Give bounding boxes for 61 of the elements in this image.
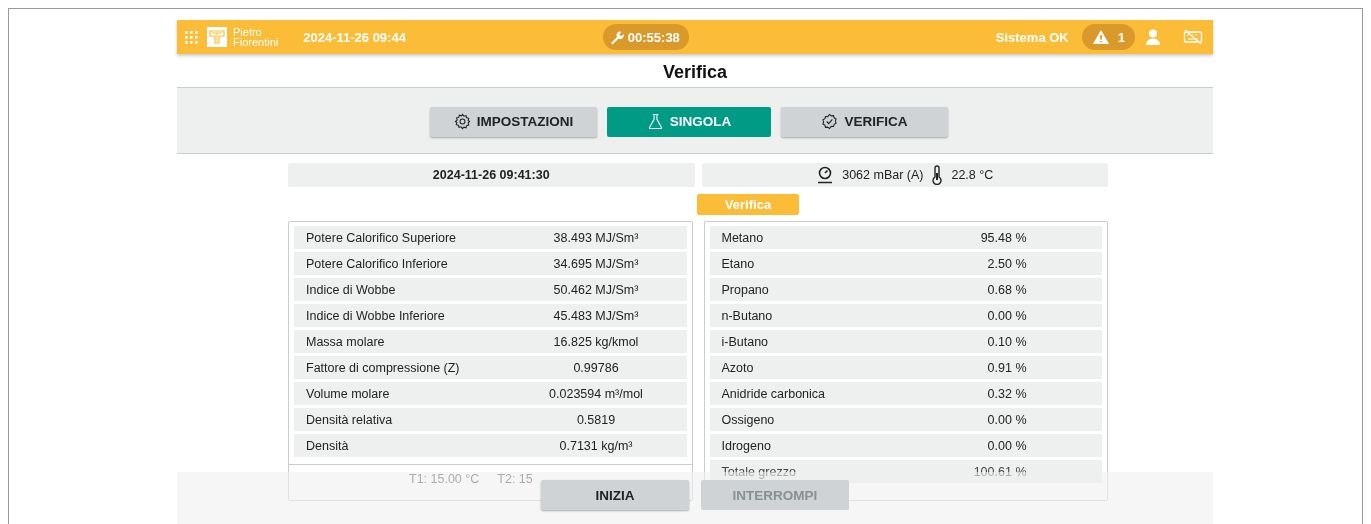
component-value: 0.91 % — [986, 360, 1027, 375]
property-label: Volume molare — [305, 386, 391, 401]
keyboard-off-icon[interactable] — [1183, 29, 1203, 45]
property-value: 0.7131 kg/m³ — [558, 438, 634, 453]
pressure-reading: 3062 mBar (A) — [842, 168, 924, 182]
property-label: Densità — [305, 438, 350, 453]
flask-icon — [646, 113, 664, 130]
property-value: 0.5819 — [575, 412, 617, 427]
property-label: Indice di Wobbe Inferiore — [305, 308, 446, 323]
component-label: n-Butano — [720, 308, 774, 323]
temperature-reading: 22.8 °C — [951, 168, 994, 182]
gear-icon — [453, 113, 471, 130]
component-label: Propano — [720, 282, 770, 297]
header-datetime: 2024-11-26 09:44 — [303, 29, 406, 45]
temperature-setpoint: T1: 15.00 °C — [409, 472, 480, 486]
property-value: 45.483 MJ/Sm³ — [552, 308, 640, 323]
property-value: 0.023594 m³/mol — [548, 386, 644, 401]
property-label: Fattore di compressione (Z) — [305, 360, 461, 375]
component-label: i-Butano — [720, 334, 770, 349]
component-value: 0.10 % — [986, 334, 1027, 349]
component-label: Etano — [720, 256, 756, 271]
property-value: 38.493 MJ/Sm³ — [552, 230, 640, 245]
component-label: Anidride carbonica — [720, 386, 827, 401]
timer-badge: 00:55:38 — [602, 24, 689, 50]
component-label: Azoto — [720, 360, 755, 375]
component-label: Idrogeno — [720, 438, 772, 453]
property-value: 50.462 MJ/Sm³ — [552, 282, 640, 297]
property-label: Densità relativa — [305, 412, 394, 427]
property-label: Massa molare — [305, 334, 386, 349]
temperature-setpoint: T2: 15 — [497, 472, 533, 486]
user-icon[interactable] — [1144, 28, 1162, 46]
warning-icon — [1091, 29, 1110, 45]
component-value: 2.50 % — [986, 256, 1027, 271]
total-label: Totale grezzo — [720, 464, 797, 479]
apps-grid-icon[interactable] — [184, 30, 198, 44]
component-value: 95.48 % — [979, 230, 1027, 245]
component-label: Ossigeno — [720, 412, 776, 427]
property-value: 16.825 kg/kmol — [552, 334, 640, 349]
component-value: 0.00 % — [986, 438, 1027, 453]
logo-icon — [207, 27, 227, 47]
check-badge-icon — [821, 113, 839, 130]
tab[interactable]: VERIFICA — [781, 106, 948, 137]
action-button[interactable]: INIZIA — [541, 480, 689, 510]
component-value: 0.00 % — [986, 308, 1027, 323]
total-value: 100.61 % — [972, 464, 1027, 479]
thermometer-icon — [931, 165, 944, 185]
system-status: Sistema OK — [995, 29, 1069, 45]
property-label: Potere Calorifico Superiore — [305, 230, 458, 245]
property-label: Indice di Wobbe — [305, 282, 397, 297]
timestamp: 2024-11-26 09:41:30 — [432, 168, 550, 182]
tab[interactable]: IMPOSTAZIONI — [430, 106, 597, 137]
component-label: Metano — [720, 230, 765, 245]
property-value: 0.99786 — [572, 360, 620, 375]
property-label: Potere Calorifico Inferiore — [305, 256, 449, 271]
component-value: 0.00 % — [986, 412, 1027, 427]
mode-badge: Verifica — [697, 194, 799, 215]
property-value: 34.695 MJ/Sm³ — [552, 256, 640, 271]
component-value: 0.68 % — [986, 282, 1027, 297]
component-value: 0.32 % — [986, 386, 1027, 401]
brand-name: Pietro Fiorentini — [233, 27, 279, 47]
pressure-gauge-icon — [816, 166, 835, 184]
